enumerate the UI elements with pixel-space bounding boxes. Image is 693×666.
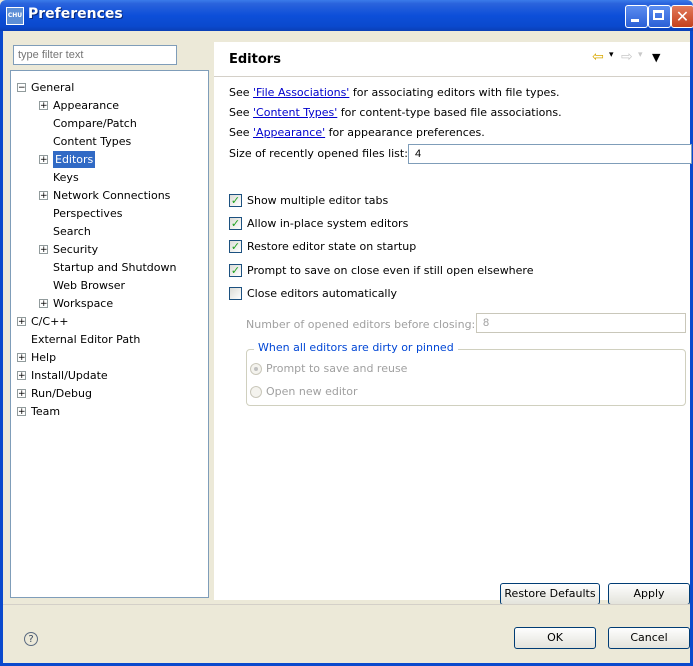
appearance-link[interactable]: 'Appearance' xyxy=(253,126,325,139)
see-prefix: See xyxy=(229,126,254,139)
radio-selected-icon[interactable] xyxy=(250,363,262,375)
minimize-icon xyxy=(631,19,639,22)
collapse-icon[interactable]: − xyxy=(17,83,26,93)
preference-tree[interactable]: − General + Appearance Compare/Patch Content … xyxy=(10,70,209,598)
checkbox-option[interactable]: ✓ Allow in-place system editors xyxy=(229,216,408,232)
file-associations-line: See 'File Associations' for associating … xyxy=(229,86,560,99)
window-title: Preferences xyxy=(28,6,123,22)
tree-item-label: External Editor Path xyxy=(31,333,141,346)
apply-button[interactable]: Apply xyxy=(608,583,690,605)
tree-item-label: Startup and Shutdown xyxy=(53,261,177,274)
forward-arrow-icon[interactable]: ⇨ xyxy=(621,49,633,65)
close-icon: ✕ xyxy=(675,7,690,26)
tree-item-label: Security xyxy=(53,243,99,256)
radio-label: Prompt to save and reuse xyxy=(266,362,408,375)
ok-button[interactable]: OK xyxy=(514,627,596,649)
radio-option[interactable]: Prompt to save and reuse xyxy=(250,361,407,377)
expand-icon[interactable]: + xyxy=(17,371,26,381)
recent-files-size-label: Size of recently opened files list: xyxy=(229,147,408,160)
appearance-line: See 'Appearance' for appearance preferen… xyxy=(229,126,485,139)
checkbox-option[interactable]: ✓ Show multiple editor tabs xyxy=(229,193,388,209)
maximize-icon xyxy=(653,10,664,20)
file-associations-link[interactable]: 'File Associations' xyxy=(253,86,349,99)
back-arrow-icon[interactable]: ⇦ xyxy=(592,49,604,65)
radio-label: Open new editor xyxy=(266,385,358,398)
tree-item-label: Perspectives xyxy=(53,207,123,220)
filter-input[interactable] xyxy=(13,45,177,65)
maximize-button[interactable] xyxy=(648,5,671,28)
see-prefix: See xyxy=(229,86,254,99)
tree-item-label: Search xyxy=(53,225,91,238)
tree-item-label: Help xyxy=(31,351,57,364)
radio-unselected-icon[interactable] xyxy=(250,386,262,398)
expand-icon[interactable]: + xyxy=(17,407,26,417)
tree-item-label: Install/Update xyxy=(31,369,108,382)
expand-icon[interactable]: + xyxy=(17,389,26,399)
checkbox-label: Restore editor state on startup xyxy=(247,240,417,253)
checkbox-checked-icon[interactable]: ✓ xyxy=(229,217,242,230)
group-label: When all editors are dirty or pinned xyxy=(254,341,458,354)
expand-icon[interactable]: + xyxy=(17,317,26,327)
checkbox-option[interactable]: Close editors automatically xyxy=(229,286,397,302)
tree-item-label: Keys xyxy=(53,171,79,184)
checkbox-option[interactable]: ✓ Prompt to save on close even if still o… xyxy=(229,263,533,279)
tree-item-label: Workspace xyxy=(53,297,114,310)
close-button[interactable]: ✕ xyxy=(671,5,693,28)
view-menu-icon[interactable]: ▼ xyxy=(652,51,660,64)
back-dropdown-icon[interactable]: ▾ xyxy=(609,50,614,60)
content-types-text: for content-type based file associations… xyxy=(337,106,562,119)
recent-files-size-input[interactable] xyxy=(408,144,692,164)
checkbox-label: Prompt to save on close even if still op… xyxy=(247,264,534,277)
expand-icon[interactable]: + xyxy=(39,245,48,255)
checkbox-option[interactable]: ✓ Restore editor state on startup xyxy=(229,239,416,255)
expand-icon[interactable]: + xyxy=(39,299,48,309)
tree-item-label: General xyxy=(31,81,75,94)
app-icon: CHU xyxy=(6,7,24,25)
editors-before-closing-input[interactable] xyxy=(476,313,686,333)
tree-item-label: Network Connections xyxy=(53,189,171,202)
tree-item-label: Content Types xyxy=(53,135,132,148)
tree-item-label: Web Browser xyxy=(53,279,126,292)
editors-before-closing-label: Number of opened editors before closing: xyxy=(246,318,476,331)
tree-item-label: Run/Debug xyxy=(31,387,92,400)
tree-item-label: Appearance xyxy=(53,99,120,112)
radio-option[interactable]: Open new editor xyxy=(250,384,357,400)
file-associations-text: for associating editors with file types. xyxy=(349,86,560,99)
checkbox-label: Allow in-place system editors xyxy=(247,217,409,230)
checkbox-label: Close editors automatically xyxy=(247,287,398,300)
expand-icon[interactable]: + xyxy=(39,101,48,111)
expand-icon[interactable]: + xyxy=(39,155,48,165)
checkbox-checked-icon[interactable]: ✓ xyxy=(229,194,242,207)
title-separator xyxy=(214,76,690,77)
expand-icon[interactable]: + xyxy=(17,353,26,363)
forward-dropdown-icon[interactable]: ▾ xyxy=(638,50,643,60)
appearance-text: for appearance preferences. xyxy=(325,126,485,139)
checkbox-checked-icon[interactable]: ✓ xyxy=(229,240,242,253)
cancel-button[interactable]: Cancel xyxy=(608,627,690,649)
tree-item-label: Team xyxy=(31,405,61,418)
content-types-line: See 'Content Types' for content-type bas… xyxy=(229,106,562,119)
title-bar[interactable]: CHU Preferences ✕ xyxy=(0,0,693,31)
see-prefix: See xyxy=(229,106,254,119)
footer-separator xyxy=(3,604,690,605)
page-title: Editors xyxy=(229,52,281,67)
checkbox-checked-icon[interactable]: ✓ xyxy=(229,264,242,277)
expand-icon[interactable]: + xyxy=(39,191,48,201)
checkbox-label: Show multiple editor tabs xyxy=(247,194,389,207)
restore-defaults-button[interactable]: Restore Defaults xyxy=(500,583,600,605)
help-icon[interactable]: ? xyxy=(24,632,38,646)
content-types-link[interactable]: 'Content Types' xyxy=(253,106,337,119)
checkbox-unchecked-icon[interactable] xyxy=(229,287,242,300)
tree-item-label: Compare/Patch xyxy=(53,117,137,130)
minimize-button[interactable] xyxy=(625,5,648,28)
tree-item-label: C/C++ xyxy=(31,315,69,328)
tree-item-label: Editors xyxy=(53,151,96,168)
